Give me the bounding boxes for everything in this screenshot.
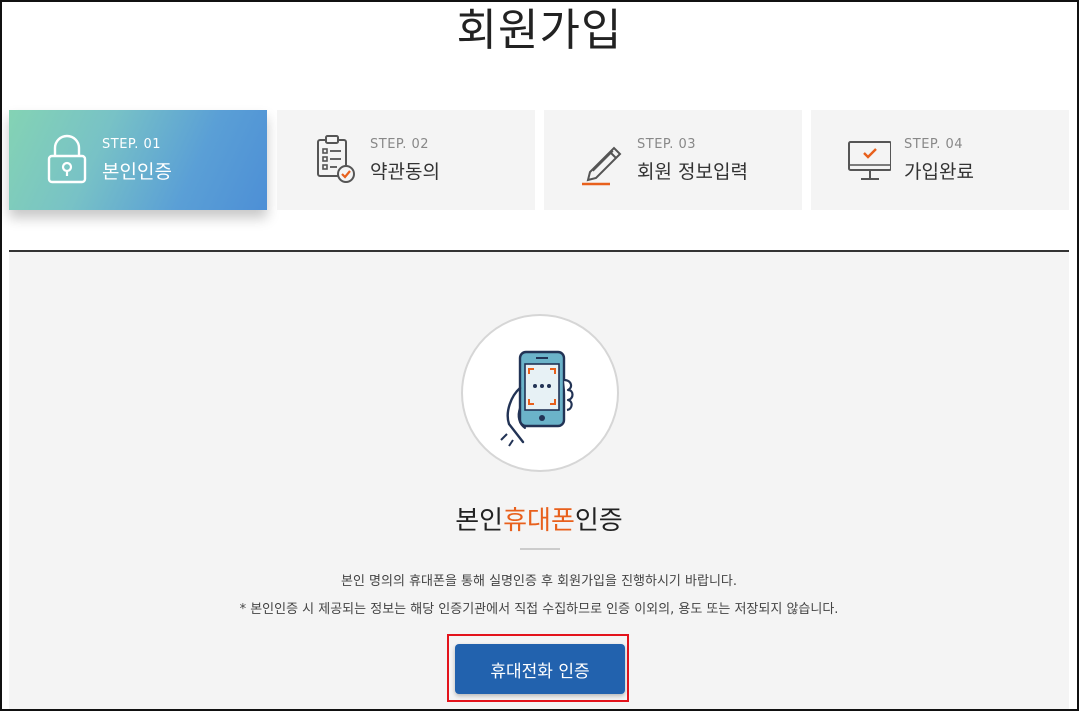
cert-title-post: 인증: [574, 506, 623, 536]
step-number: STEP. 04: [904, 137, 964, 152]
step-2: STEP. 02 약관동의: [277, 110, 535, 210]
step-name: 가입완료: [904, 161, 974, 183]
lock-icon: [47, 134, 87, 184]
monitor-check-icon: [848, 141, 891, 180]
cert-description: 본인 명의의 휴대폰을 통해 실명인증 후 회원가입을 진행하시기 바랍니다.: [341, 574, 737, 589]
step-indicator: STEP. 01 본인인증 STEP. 02 약관동의 STEP. 03 회원 …: [9, 110, 1069, 210]
step-1: STEP. 01 본인인증: [9, 110, 267, 210]
phone-hand-icon: [500, 350, 574, 447]
page-title: 회원가입: [456, 5, 623, 56]
phone-icon-circle: [461, 314, 619, 472]
step-number: STEP. 01: [102, 137, 162, 152]
step-4: STEP. 04 가입완료: [811, 110, 1069, 210]
step-name: 약관동의: [370, 161, 440, 183]
title-underline: [520, 548, 560, 550]
cert-panel: 본인휴대폰인증 본인 명의의 휴대폰을 통해 실명인증 후 회원가입을 진행하시…: [9, 252, 1069, 709]
cert-title-pre: 본인: [455, 506, 504, 536]
cert-notice: * 본인인증 시 제공되는 정보는 해당 인증기관에서 직접 수집하므로 인증 …: [239, 602, 839, 617]
signup-page: 회원가입 STEP. 01 본인인증 STEP. 02 약관동의 STEP. 0…: [0, 0, 1079, 711]
step-number: STEP. 02: [370, 137, 430, 152]
step-name: 회원 정보입력: [637, 161, 748, 183]
step-name: 본인인증: [102, 161, 172, 183]
cert-title: 본인휴대폰인증: [9, 500, 1069, 537]
phone-verify-button[interactable]: 휴대전화 인증: [455, 644, 625, 694]
pencil-icon: [582, 146, 622, 186]
checklist-icon: [317, 135, 355, 183]
step-3: STEP. 03 회원 정보입력: [544, 110, 802, 210]
cert-title-highlight: 휴대폰: [503, 506, 575, 536]
step-number: STEP. 03: [637, 137, 697, 152]
